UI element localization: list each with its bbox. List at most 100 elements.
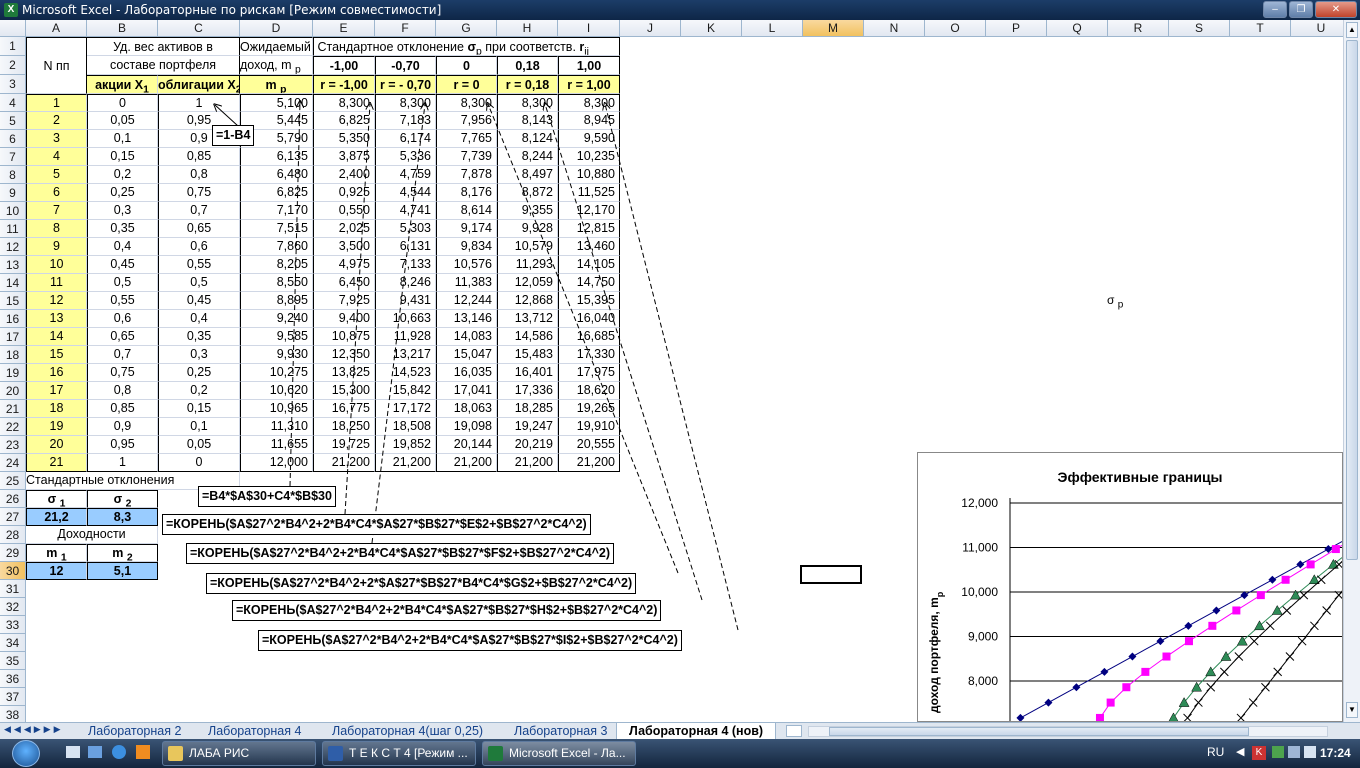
cell-G14[interactable]: 11,383	[436, 274, 497, 292]
cell-B15[interactable]: 0,55	[87, 292, 158, 310]
cell-H11[interactable]: 9,928	[497, 220, 558, 238]
start-orb-icon[interactable]	[12, 740, 40, 767]
cell-E22[interactable]: 18,250	[313, 418, 375, 436]
m2-label[interactable]: m 2	[87, 544, 158, 562]
cell-G18[interactable]: 15,047	[436, 346, 497, 364]
row-header-10[interactable]: 10	[0, 202, 26, 220]
cell-I17[interactable]: 16,685	[558, 328, 620, 346]
cell-I15[interactable]: 15,395	[558, 292, 620, 310]
cell-G9[interactable]: 8,176	[436, 184, 497, 202]
cell-C8[interactable]: 0,8	[158, 166, 240, 184]
cell-G13[interactable]: 10,576	[436, 256, 497, 274]
cell-C12[interactable]: 0,6	[158, 238, 240, 256]
cell-F13[interactable]: 7,133	[375, 256, 436, 274]
tab-lab4-step[interactable]: Лабораторная 4(шаг 0,25)	[320, 723, 495, 740]
row-header-28[interactable]: 28	[0, 526, 26, 544]
cell-F21[interactable]: 17,172	[375, 400, 436, 418]
column-header-Q[interactable]: Q	[1047, 20, 1108, 37]
cell-D24[interactable]: 12,000	[240, 454, 313, 472]
tab-lab3[interactable]: Лабораторная 3	[502, 723, 619, 740]
row-header-16[interactable]: 16	[0, 310, 26, 328]
column-header-G[interactable]: G	[436, 20, 497, 37]
cell-B11[interactable]: 0,35	[87, 220, 158, 238]
cell-D16[interactable]: 9,240	[240, 310, 313, 328]
cell-A5[interactable]: 2	[26, 112, 87, 130]
row-header-18[interactable]: 18	[0, 346, 26, 364]
cell-G6[interactable]: 7,765	[436, 130, 497, 148]
corr-value-I[interactable]: 1,00	[558, 56, 620, 75]
cell-E17[interactable]: 10,875	[313, 328, 375, 346]
sigma1-label[interactable]: σ 1	[26, 490, 87, 508]
cell-F7[interactable]: 5,336	[375, 148, 436, 166]
cell-E10[interactable]: 0,550	[313, 202, 375, 220]
cell-I11[interactable]: 12,815	[558, 220, 620, 238]
cell-A4[interactable]: 1	[26, 94, 87, 112]
cell-I13[interactable]: 14,105	[558, 256, 620, 274]
corr-label-F[interactable]: r = - 0,70	[375, 75, 436, 94]
row-header-17[interactable]: 17	[0, 328, 26, 346]
cell-B4[interactable]: 0	[87, 94, 158, 112]
cell-A21[interactable]: 18	[26, 400, 87, 418]
cell-C18[interactable]: 0,3	[158, 346, 240, 364]
cell-C11[interactable]: 0,65	[158, 220, 240, 238]
cell-H13[interactable]: 11,293	[497, 256, 558, 274]
row-header-22[interactable]: 22	[0, 418, 26, 436]
cell-A18[interactable]: 15	[26, 346, 87, 364]
cell-D22[interactable]: 11,310	[240, 418, 313, 436]
cell-D11[interactable]: 7,515	[240, 220, 313, 238]
cell-D12[interactable]: 7,860	[240, 238, 313, 256]
row-header-25[interactable]: 25	[0, 472, 26, 490]
m2-value[interactable]: 5,1	[87, 562, 158, 580]
cell-I20[interactable]: 18,620	[558, 382, 620, 400]
cell-B21[interactable]: 0,85	[87, 400, 158, 418]
cell-E19[interactable]: 13,825	[313, 364, 375, 382]
cell-F14[interactable]: 8,246	[375, 274, 436, 292]
row-header-32[interactable]: 32	[0, 598, 26, 616]
cell-F15[interactable]: 9,431	[375, 292, 436, 310]
cell-A24[interactable]: 21	[26, 454, 87, 472]
row-header-3[interactable]: 3	[0, 75, 26, 94]
cell-F18[interactable]: 13,217	[375, 346, 436, 364]
horizontal-scrollbar[interactable]	[808, 726, 1328, 737]
row-header-24[interactable]: 24	[0, 454, 26, 472]
cell-I23[interactable]: 20,555	[558, 436, 620, 454]
cell-E9[interactable]: 0,925	[313, 184, 375, 202]
cell-A14[interactable]: 11	[26, 274, 87, 292]
header-std-dev[interactable]: Стандартное отклонение σp при соответств…	[313, 37, 620, 56]
row-header-15[interactable]: 15	[0, 292, 26, 310]
cell-C9[interactable]: 0,75	[158, 184, 240, 202]
row-header-35[interactable]: 35	[0, 652, 26, 670]
cell-D21[interactable]: 10,965	[240, 400, 313, 418]
cell-I8[interactable]: 10,880	[558, 166, 620, 184]
cell-F23[interactable]: 19,852	[375, 436, 436, 454]
cell-A16[interactable]: 13	[26, 310, 87, 328]
cell-G10[interactable]: 8,614	[436, 202, 497, 220]
column-header-U[interactable]: U	[1291, 20, 1343, 37]
cell-G21[interactable]: 18,063	[436, 400, 497, 418]
cell-D9[interactable]: 6,825	[240, 184, 313, 202]
cell-A10[interactable]: 7	[26, 202, 87, 220]
corr-value-H[interactable]: 0,18	[497, 56, 558, 75]
cell-H17[interactable]: 14,586	[497, 328, 558, 346]
column-header-F[interactable]: F	[375, 20, 436, 37]
cell-G20[interactable]: 17,041	[436, 382, 497, 400]
row-header-7[interactable]: 7	[0, 148, 26, 166]
cell-F4[interactable]: 8,300	[375, 94, 436, 112]
cell-E13[interactable]: 4,975	[313, 256, 375, 274]
cell-C16[interactable]: 0,4	[158, 310, 240, 328]
cell-E8[interactable]: 2,400	[313, 166, 375, 184]
cell-C21[interactable]: 0,15	[158, 400, 240, 418]
cell-B5[interactable]: 0,05	[87, 112, 158, 130]
insert-sheet-icon[interactable]	[786, 725, 802, 737]
cell-D4[interactable]: 5,100	[240, 94, 313, 112]
cell-H7[interactable]: 8,244	[497, 148, 558, 166]
sigma1-value[interactable]: 21,2	[26, 508, 87, 526]
corr-label-G[interactable]: r = 0	[436, 75, 497, 94]
cell-C19[interactable]: 0,25	[158, 364, 240, 382]
cell-C14[interactable]: 0,5	[158, 274, 240, 292]
cell-I16[interactable]: 16,040	[558, 310, 620, 328]
cell-H20[interactable]: 17,336	[497, 382, 558, 400]
row-header-29[interactable]: 29	[0, 544, 26, 562]
cell-A23[interactable]: 20	[26, 436, 87, 454]
column-header-S[interactable]: S	[1169, 20, 1230, 37]
